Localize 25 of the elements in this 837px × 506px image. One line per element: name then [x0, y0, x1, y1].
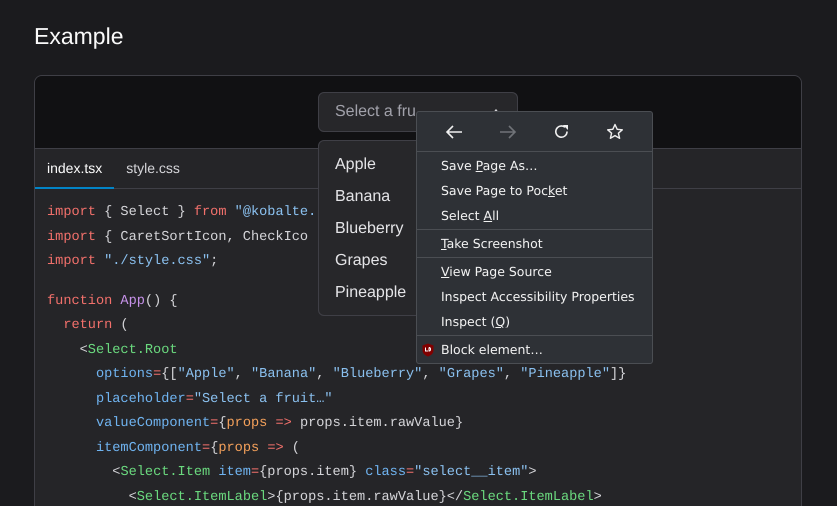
- code-line: import "./style.css";: [47, 253, 218, 271]
- code-line: function App() {: [47, 292, 178, 310]
- code-line: import { CaretSortIcon, CheckIco: [47, 228, 308, 246]
- menu-item[interactable]: Save Page As…: [417, 153, 652, 178]
- code-line: valueComponent={props => props.item.rawValue}: [96, 415, 464, 433]
- file-tab[interactable]: index.tsx: [35, 149, 114, 189]
- back-button[interactable]: [443, 122, 465, 140]
- menu-item[interactable]: Block element…: [417, 337, 652, 362]
- menu-item[interactable]: Inspect (Q): [417, 309, 652, 334]
- page-heading: Example: [34, 22, 124, 51]
- code-line: import { Select } from "@kobalte.: [47, 204, 316, 222]
- code-line: <Select.Root: [80, 342, 178, 360]
- code-line: <Select.Item item={props.item} class="select__item">: [112, 464, 537, 482]
- menu-item[interactable]: Save Page to Pocket: [417, 178, 652, 203]
- code-line: return (: [63, 317, 129, 335]
- code-line: <Select.ItemLabel>{props.item.rawValue}</Select.ItemLabel>: [128, 488, 602, 506]
- shield-icon: [422, 342, 434, 356]
- code-line: itemComponent={props => (: [96, 440, 300, 458]
- file-tab[interactable]: style.css: [114, 149, 192, 189]
- code-line: placeholder="Select a fruit…": [96, 390, 333, 408]
- menu-item[interactable]: Select All: [417, 203, 652, 228]
- menu-item[interactable]: Take Screenshot: [417, 231, 652, 256]
- code-line: options={["Apple", "Banana", "Blueberry", "Grapes", "Pineapple"]}: [96, 366, 626, 384]
- menu-item[interactable]: View Page Source: [417, 259, 652, 284]
- menu-item[interactable]: Inspect Accessibility Properties: [417, 284, 652, 309]
